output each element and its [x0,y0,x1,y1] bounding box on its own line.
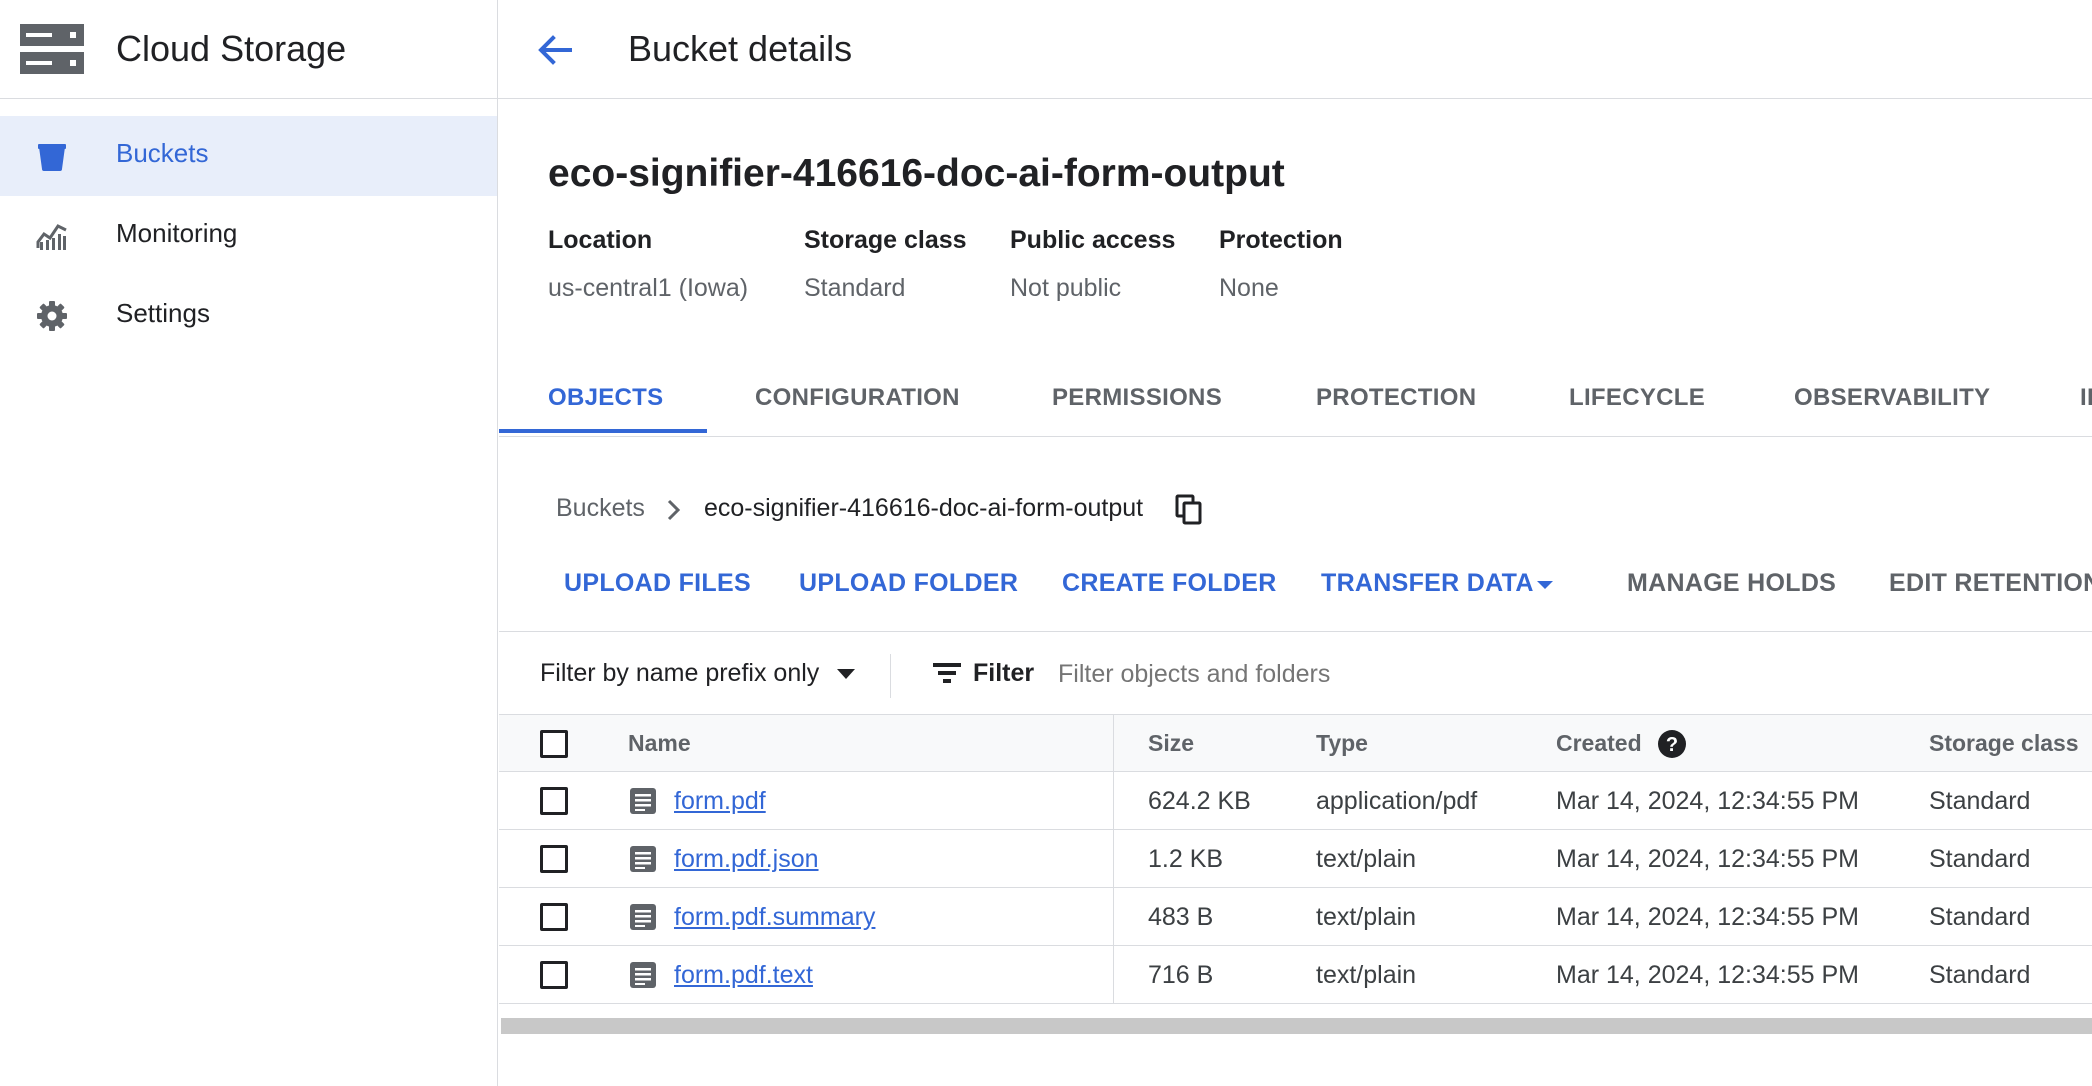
row-checkbox[interactable] [540,961,568,989]
top-bar: Bucket details [498,0,2092,99]
create-folder-button[interactable]: CREATE FOLDER [1062,569,1277,598]
page-title: Bucket details [628,28,853,69]
bucket-name: eco-signifier-416616-doc-ai-form-output [548,152,1285,195]
file-type: text/plain [1316,903,1417,931]
file-created: Mar 14, 2024, 12:34:55 PM [1556,961,1859,989]
copy-icon[interactable] [1175,494,1203,526]
file-storage-class: Standard [1929,845,2031,873]
tab-truncated[interactable]: II [2080,384,2092,412]
column-header-size[interactable]: Size [1148,730,1194,757]
breadcrumb-root[interactable]: Buckets [556,494,645,523]
column-divider[interactable] [1113,714,1114,1004]
caret-down-icon[interactable] [1536,580,1554,590]
file-size: 1.2 KB [1148,845,1224,873]
storage-class-label: Storage class [804,226,967,254]
tab-lifecycle[interactable]: LIFECYCLE [1569,384,1705,412]
sidebar-header: Cloud Storage [0,0,498,99]
storage-class-value: Standard [804,274,906,302]
sidebar-item-label: Monitoring [116,218,238,248]
file-created: Mar 14, 2024, 12:34:55 PM [1556,903,1859,931]
select-all-checkbox[interactable] [540,730,568,758]
sidebar: Cloud Storage Buckets Monitoring Setting… [0,0,498,1086]
arrow-back-icon[interactable] [536,31,574,69]
file-created: Mar 14, 2024, 12:34:55 PM [1556,845,1859,873]
svg-text:?: ? [1666,734,1678,756]
tab-objects[interactable]: OBJECTS [548,384,663,412]
file-size: 624.2 KB [1148,787,1251,815]
filter-label: Filter [973,659,1035,687]
storage-icon [20,24,84,74]
column-header-type[interactable]: Type [1316,730,1368,757]
manage-holds-button[interactable]: MANAGE HOLDS [1627,569,1836,598]
sidebar-item-monitoring[interactable]: Monitoring [0,196,497,276]
sidebar-item-label: Buckets [116,138,209,168]
location-value: us-central1 (Iowa) [548,274,749,302]
breadcrumb-current: eco-signifier-416616-doc-ai-form-output [704,494,1144,522]
file-icon [630,904,656,930]
protection-value: None [1219,274,1279,302]
upload-files-button[interactable]: UPLOAD FILES [564,569,751,598]
table-row: form.pdf.text 716 B text/plain Mar 14, 2… [499,946,2092,1004]
horizontal-scrollbar[interactable] [501,1018,2092,1034]
row-checkbox[interactable] [540,787,568,815]
file-icon [630,846,656,872]
file-icon [630,788,656,814]
tab-configuration[interactable]: CONFIGURATION [755,384,960,412]
gear-icon [37,301,67,331]
public-access-value: Not public [1010,274,1122,302]
sidebar-item-buckets[interactable]: Buckets [0,116,497,196]
column-header-storage-class[interactable]: Storage class [1929,730,2079,757]
file-icon [630,962,656,988]
column-header-created[interactable]: Created [1556,730,1642,757]
chevron-right-icon [667,499,681,521]
filter-mode-select[interactable]: Filter by name prefix only [540,659,819,688]
bucket-icon [38,144,66,171]
divider [890,654,891,698]
file-type: text/plain [1316,845,1417,873]
caret-down-icon[interactable] [836,668,856,680]
public-access-label: Public access [1010,226,1176,254]
file-storage-class: Standard [1929,903,2031,931]
file-name-link[interactable]: form.pdf.json [674,845,819,874]
file-name-link[interactable]: form.pdf [674,787,766,816]
table-header: Name Size Type Created ? Storage class [499,714,2092,772]
column-header-name[interactable]: Name [628,730,691,757]
file-storage-class: Standard [1929,787,2031,815]
app-title: Cloud Storage [116,28,347,69]
upload-folder-button[interactable]: UPLOAD FOLDER [799,569,1018,598]
tab-bar: OBJECTS CONFIGURATION PERMISSIONS PROTEC… [499,372,2092,437]
tab-observability[interactable]: OBSERVABILITY [1794,384,1990,412]
table-row: form.pdf.json 1.2 KB text/plain Mar 14, … [499,830,2092,888]
tab-permissions[interactable]: PERMISSIONS [1052,384,1222,412]
edit-retention-button[interactable]: EDIT RETENTION [1889,569,2092,598]
file-name-link[interactable]: form.pdf.summary [674,903,875,932]
filter-icon [933,663,961,683]
filter-input[interactable] [1058,652,1758,696]
protection-label: Protection [1219,226,1343,254]
row-checkbox[interactable] [540,845,568,873]
file-type: application/pdf [1316,787,1478,815]
active-tab-indicator [499,429,707,433]
sidebar-item-settings[interactable]: Settings [0,276,497,356]
transfer-data-button[interactable]: TRANSFER DATA [1321,569,1534,598]
tab-protection[interactable]: PROTECTION [1316,384,1476,412]
table-row: form.pdf 624.2 KB application/pdf Mar 14… [499,772,2092,830]
file-size: 483 B [1148,903,1214,931]
file-storage-class: Standard [1929,961,2031,989]
divider [499,631,2092,632]
table-row: form.pdf.summary 483 B text/plain Mar 14… [499,888,2092,946]
file-created: Mar 14, 2024, 12:34:55 PM [1556,787,1859,815]
file-type: text/plain [1316,961,1417,989]
file-size: 716 B [1148,961,1214,989]
sidebar-item-label: Settings [116,298,210,328]
location-label: Location [548,226,653,254]
row-checkbox[interactable] [540,903,568,931]
help-icon[interactable]: ? [1657,729,1687,759]
file-name-link[interactable]: form.pdf.text [674,961,813,990]
monitoring-icon [36,224,67,250]
